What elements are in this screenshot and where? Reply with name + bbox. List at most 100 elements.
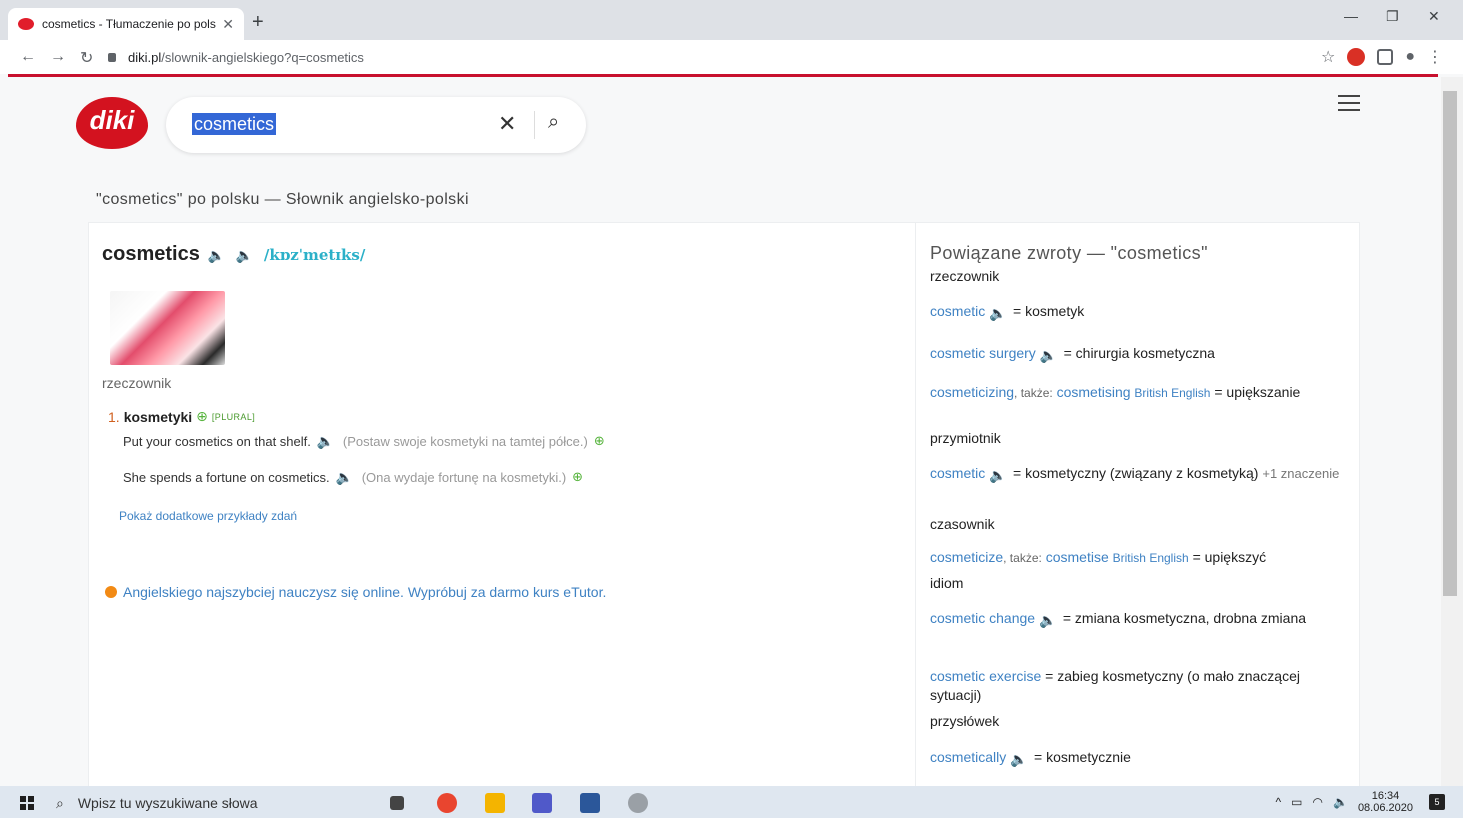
related-link-alt[interactable]: cosmetising	[1057, 384, 1131, 400]
related-row: cosmeticizing, także: cosmetising Britis…	[930, 383, 1340, 403]
example-sentence: Put your cosmetics on that shelf. 🔈 (Pos…	[123, 433, 605, 449]
forward-icon[interactable]: →	[50, 48, 66, 66]
close-tab-icon[interactable]: ✕	[222, 16, 234, 33]
translation: = kosmetycznie	[1034, 749, 1131, 765]
also-label: , także:	[1014, 386, 1053, 400]
speaker-icon[interactable]: 🔈	[1010, 750, 1030, 767]
notifications-icon[interactable]: 5	[1429, 794, 1445, 810]
clear-search-icon[interactable]: ✕	[498, 111, 516, 137]
headword: cosmetics	[102, 243, 200, 265]
etutor-promo[interactable]: Angielskiego najszybciej nauczysz się on…	[105, 584, 606, 600]
paint-icon[interactable]	[628, 793, 648, 813]
system-tray: ^ ▭ ◠ 🔈 16:34 08.06.2020	[1276, 790, 1413, 814]
task-view-icon[interactable]	[390, 796, 404, 810]
related-link[interactable]: cosmetically	[930, 749, 1006, 765]
related-link[interactable]: cosmetic	[930, 303, 985, 319]
address-bar-row: ← → ↻ diki.pl/slownik-angielskiego?q=cos…	[0, 40, 1463, 74]
speaker-us-icon[interactable]: 🔈	[208, 247, 228, 263]
teams-icon[interactable]	[532, 793, 552, 813]
headword-row: cosmetics 🔈 🔈 /kɒzˈmetɪks/	[102, 243, 365, 266]
related-row: cosmetic 🔈 = kosmetyczny (związany z kos…	[930, 464, 1340, 483]
scrollbar-thumb[interactable]	[1443, 91, 1457, 596]
close-window-icon[interactable]: ✕	[1428, 8, 1440, 25]
back-icon[interactable]: ←	[20, 48, 36, 66]
wifi-icon[interactable]: ◠	[1313, 795, 1323, 809]
column-divider	[915, 222, 916, 786]
diki-logo[interactable]: diki	[76, 97, 148, 149]
url-path: /slownik-angielskiego?q=cosmetics	[161, 49, 364, 65]
url-field[interactable]: diki.pl/slownik-angielskiego?q=cosmetics	[108, 44, 1308, 70]
menu-kebab-icon[interactable]: ⋮	[1427, 47, 1443, 67]
part-of-speech: rzeczownik	[102, 375, 172, 391]
pos-verb: czasownik	[930, 516, 995, 532]
word-icon[interactable]	[580, 793, 600, 813]
minimize-icon[interactable]: —	[1344, 8, 1358, 24]
related-row: cosmetic 🔈 = kosmetyk	[930, 302, 1340, 321]
translation: = kosmetyk	[1013, 303, 1085, 319]
related-row: cosmetic surgery 🔈 = chirurgia kosmetycz…	[930, 344, 1340, 363]
browser-tab[interactable]: cosmetics - Tłumaczenie po polsk ✕	[8, 8, 244, 40]
speaker-icon[interactable]: 🔈	[1040, 346, 1060, 363]
speaker-icon[interactable]: 🔈	[1039, 611, 1059, 628]
tab-title: cosmetics - Tłumaczenie po polsk	[42, 17, 217, 31]
translation: = kosmetyczny (związany z kosmetyką)	[1013, 465, 1259, 481]
windows-taskbar: ⌕ Wpisz tu wyszukiwane słowa ^ ▭ ◠ 🔈 16:…	[0, 786, 1463, 818]
add-example-icon[interactable]: ⊕	[572, 469, 583, 485]
reload-icon[interactable]: ↻	[80, 48, 93, 68]
speaker-icon[interactable]: 🔈	[317, 433, 337, 449]
search-box: cosmetics ✕ ⌕	[166, 97, 586, 153]
etutor-icon	[105, 586, 117, 598]
battery-icon[interactable]: ▭	[1291, 795, 1302, 809]
related-title: Powiązane zwroty — "cosmetics"	[930, 243, 1208, 263]
related-link[interactable]: cosmetic exercise	[930, 668, 1041, 684]
more-meanings[interactable]: +1 znaczenie	[1262, 466, 1339, 481]
cosmetics-image	[110, 291, 225, 365]
speaker-icon[interactable]: 🔈	[989, 304, 1009, 321]
new-tab-button[interactable]: +	[252, 12, 264, 32]
clock[interactable]: 16:34 08.06.2020	[1358, 790, 1413, 814]
search-icon[interactable]: ⌕	[548, 111, 559, 134]
speaker-uk-icon[interactable]: 🔈	[236, 247, 256, 263]
tray-chevron-icon[interactable]: ^	[1276, 795, 1282, 809]
example-pl: (Postaw swoje kosmetyki na tamtej półce.…	[342, 433, 588, 449]
promo-text[interactable]: Angielskiego najszybciej nauczysz się on…	[123, 584, 606, 600]
extension-box-icon[interactable]	[1377, 49, 1394, 65]
time: 16:34	[1371, 790, 1400, 802]
extension-icon[interactable]	[1347, 48, 1366, 66]
related-link[interactable]: cosmetic change	[930, 610, 1035, 626]
pos-adj: przymiotnik	[930, 430, 1001, 446]
profile-icon[interactable]: ●	[1405, 48, 1415, 66]
related-link[interactable]: cosmeticizing	[930, 384, 1014, 400]
page-scrollbar[interactable]	[1441, 77, 1463, 786]
translation: = chirurgia kosmetyczna	[1063, 345, 1215, 361]
file-explorer-icon[interactable]	[485, 793, 505, 813]
speaker-icon[interactable]: 🔈	[336, 469, 356, 485]
lock-icon	[108, 52, 116, 62]
taskbar-search[interactable]: ⌕ Wpisz tu wyszukiwane słowa	[56, 790, 376, 816]
bookmark-star-icon[interactable]: ☆	[1321, 47, 1335, 67]
hamburger-menu-icon[interactable]	[1338, 95, 1360, 111]
example-en: Put your cosmetics on that shelf.	[123, 433, 311, 449]
windows-start-icon[interactable]	[20, 796, 34, 810]
example-sentence: She spends a fortune on cosmetics. 🔈 (On…	[123, 469, 583, 485]
related-link[interactable]: cosmeticize	[930, 549, 1003, 565]
add-to-list-icon[interactable]: ⊕	[196, 408, 208, 425]
restore-icon[interactable]: ❐	[1386, 8, 1399, 25]
translation: = upiększyć	[1192, 549, 1267, 565]
add-example-icon[interactable]: ⊕	[594, 433, 605, 449]
example-pl: (Ona wydaje fortunę na kosmetyki.)	[361, 469, 567, 485]
search-input-selection[interactable]: cosmetics	[192, 113, 277, 135]
grammar-tag: [PLURAL]	[211, 411, 256, 422]
related-link[interactable]: cosmetic	[930, 465, 985, 481]
more-examples-link[interactable]: Pokaż dodatkowe przykłady zdań	[119, 509, 297, 523]
taskbar-search-placeholder: Wpisz tu wyszukiwane słowa	[77, 795, 258, 811]
related-link-alt[interactable]: cosmetise	[1046, 549, 1109, 565]
speaker-icon[interactable]: 🔈	[989, 466, 1009, 483]
tab-strip: cosmetics - Tłumaczenie po polsk ✕ + — ❐…	[0, 0, 1463, 40]
related-link[interactable]: cosmetic surgery	[930, 345, 1036, 361]
chrome-icon[interactable]	[437, 793, 457, 813]
volume-icon[interactable]: 🔈	[1333, 795, 1348, 809]
page-content: diki cosmetics ✕ ⌕ "cosmetics" po polsku…	[0, 77, 1441, 786]
page-title: "cosmetics" po polsku — Słownik angielsk…	[96, 191, 469, 208]
url-host: diki.pl	[128, 49, 162, 65]
